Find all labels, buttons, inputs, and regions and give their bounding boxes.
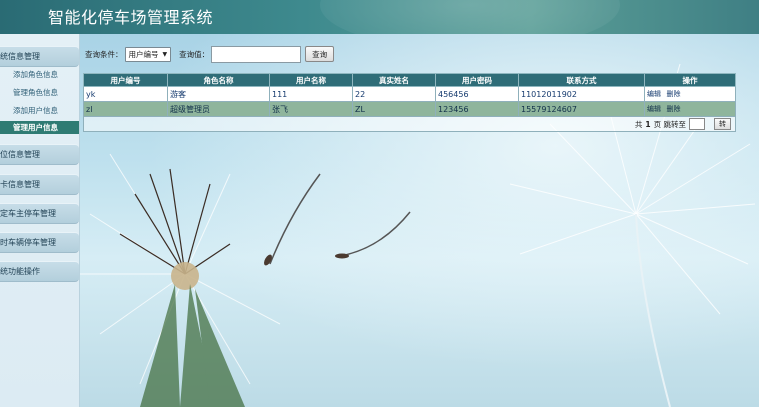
sidebar-group-system-functions[interactable]: 统功能操作 bbox=[0, 261, 79, 282]
sidebar-item-manage-user[interactable]: 管理用户信息 bbox=[0, 121, 79, 134]
user-table: 用户编号 角色名称 用户名称 真实姓名 用户密码 联系方式 操作 yk 游客 1… bbox=[83, 73, 736, 132]
cell-real-name: 22 bbox=[352, 86, 436, 102]
cell-role-name: 超级管理员 bbox=[167, 101, 270, 117]
cell-user-id: yk bbox=[83, 86, 168, 102]
cell-user-name: 111 bbox=[269, 86, 353, 102]
search-value-input[interactable] bbox=[211, 45, 302, 63]
sidebar-group-space-info[interactable]: 位信息管理 bbox=[0, 144, 79, 165]
pager-total-pages: 1 bbox=[645, 119, 651, 129]
pager-prefix: 共 bbox=[634, 119, 643, 129]
sidebar-group-fixed-parking[interactable]: 定车主停车管理 bbox=[0, 203, 79, 224]
header-user-name: 用户名称 bbox=[269, 73, 353, 87]
header-role-name: 角色名称 bbox=[167, 73, 270, 87]
cell-contact: 11012011902 bbox=[518, 86, 645, 102]
pager: 共 1 页 跳转至 转 bbox=[86, 118, 735, 130]
value-label: 查询值： bbox=[179, 49, 210, 59]
pager-suffix: 页 跳转至 bbox=[653, 119, 686, 129]
condition-select[interactable]: 用户编号 ▼ bbox=[124, 46, 172, 62]
chevron-down-icon: ▼ bbox=[162, 50, 168, 58]
cell-actions: 编辑 删除 bbox=[644, 86, 736, 102]
edit-link[interactable]: 编辑 bbox=[647, 105, 661, 113]
header-password: 用户密码 bbox=[435, 73, 519, 87]
table-header-row: 用户编号 角色名称 用户名称 真实姓名 用户密码 联系方式 操作 bbox=[83, 73, 736, 87]
app-title: 智能化停车场管理系统 bbox=[48, 8, 214, 27]
header-actions: 操作 bbox=[644, 73, 736, 87]
header-contact: 联系方式 bbox=[518, 73, 645, 87]
main-content: 查询条件： 用户编号 ▼ 查询值： 查询 用户编号 角色名称 用户名称 真实姓名… bbox=[80, 34, 759, 407]
edit-link[interactable]: 编辑 bbox=[647, 90, 661, 98]
sidebar-item-manage-role[interactable]: 管理角色信息 bbox=[0, 87, 79, 99]
sidebar-item-add-user[interactable]: 添加用户信息 bbox=[0, 105, 79, 117]
condition-label: 查询条件： bbox=[85, 49, 123, 59]
cell-password: 456456 bbox=[435, 86, 519, 102]
search-button[interactable]: 查询 bbox=[305, 46, 335, 62]
table-row: yk 游客 111 22 456456 11012011902 编辑 删除 bbox=[83, 86, 736, 102]
sidebar-item-add-role[interactable]: 添加角色信息 bbox=[0, 69, 79, 81]
cell-password: 123456 bbox=[435, 101, 519, 117]
pager-row: 共 1 页 跳转至 转 bbox=[83, 116, 736, 132]
page-jump-input[interactable] bbox=[689, 118, 705, 130]
page-jump-button[interactable]: 转 bbox=[714, 118, 731, 130]
header-user-id: 用户编号 bbox=[83, 73, 168, 87]
header-real-name: 真实姓名 bbox=[352, 73, 436, 87]
cell-contact: 15579124607 bbox=[518, 101, 645, 117]
sidebar-group-card-info[interactable]: 卡信息管理 bbox=[0, 174, 79, 195]
delete-link[interactable]: 删除 bbox=[667, 90, 681, 98]
sidebar-group-system-info[interactable]: 统信息管理 bbox=[0, 46, 79, 67]
cell-user-name: 张飞 bbox=[269, 101, 353, 117]
table-row: zl 超级管理员 张飞 ZL 123456 15579124607 编辑 删除 bbox=[83, 101, 736, 117]
search-bar: 查询条件： 用户编号 ▼ 查询值： 查询 bbox=[85, 45, 335, 63]
condition-select-value: 用户编号 bbox=[128, 49, 159, 59]
cell-role-name: 游客 bbox=[167, 86, 270, 102]
cell-actions: 编辑 删除 bbox=[644, 101, 736, 117]
cell-real-name: ZL bbox=[352, 101, 436, 117]
sidebar-group-temp-parking[interactable]: 时车辆停车管理 bbox=[0, 232, 79, 253]
header-glow bbox=[320, 0, 620, 34]
delete-link[interactable]: 删除 bbox=[667, 105, 681, 113]
app-header: 智能化停车场管理系统 bbox=[0, 0, 759, 34]
sidebar: 统信息管理 添加角色信息 管理角色信息 添加用户信息 管理用户信息 位信息管理 … bbox=[0, 34, 80, 407]
cell-user-id: zl bbox=[83, 101, 168, 117]
pager-cell: 共 1 页 跳转至 转 bbox=[83, 116, 736, 132]
